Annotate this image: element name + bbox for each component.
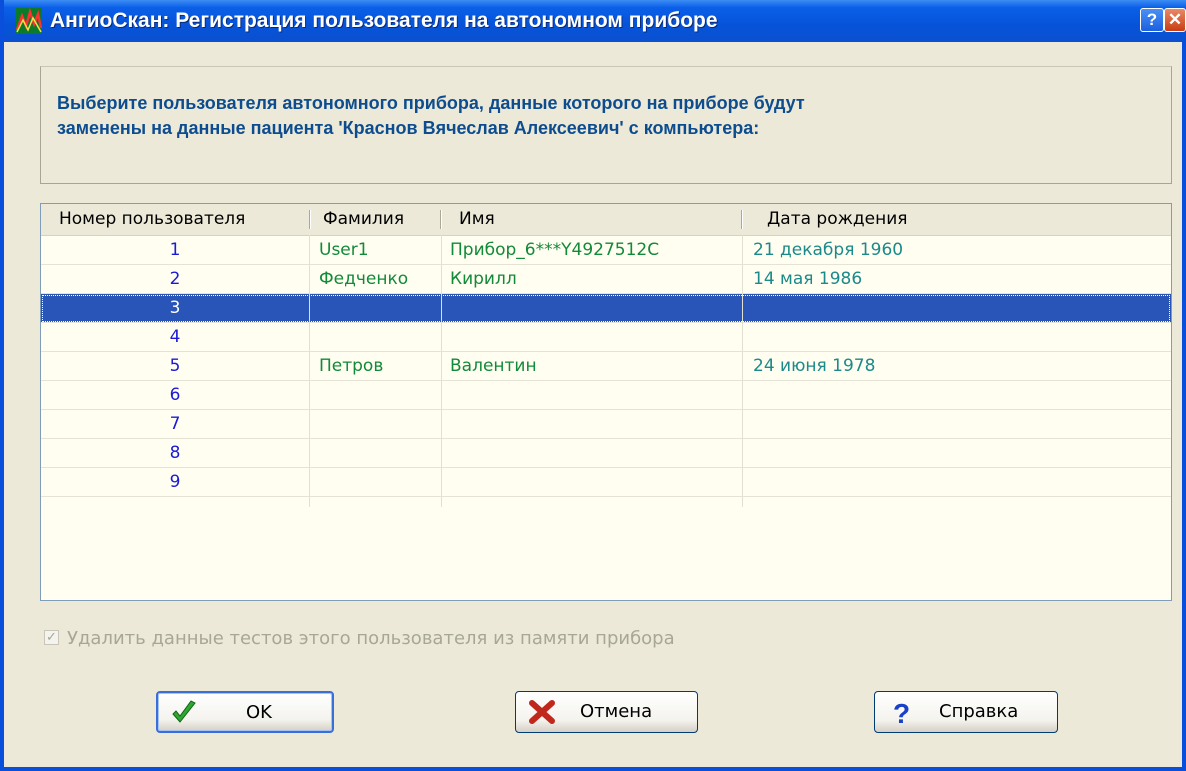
table-row[interactable]: 2 Федченко Кирилл 14 мая 1986 [41, 265, 1171, 294]
surname-cell: Петров [319, 356, 384, 376]
table-row[interactable]: 9 [41, 468, 1171, 497]
first-name-cell [442, 323, 742, 351]
column-divider[interactable] [440, 210, 442, 229]
first-name-cell [442, 439, 742, 467]
blue-question-icon: ? [893, 699, 910, 725]
angioscan-app-icon [16, 8, 42, 34]
first-name-cell: Валентин [450, 356, 537, 376]
dialog-window: АнгиоСкан: Регистрация пользователя на а… [0, 0, 1186, 771]
surname-cell [311, 410, 441, 438]
surname-cell [311, 439, 441, 467]
column-gridline [742, 235, 743, 507]
prompt-text: Выберите пользователя автономного прибор… [57, 91, 1157, 141]
ok-button-label: OK [246, 702, 272, 723]
column-header-number[interactable]: Номер пользователя [59, 204, 245, 235]
prompt-panel: Выберите пользователя автономного прибор… [40, 66, 1172, 184]
birth-date-cell [743, 468, 1171, 496]
column-header-surname[interactable]: Фамилия [323, 204, 404, 235]
cancel-button-label: Отмена [580, 701, 653, 722]
birth-date-cell [743, 323, 1171, 351]
table-row[interactable]: 8 [41, 439, 1171, 468]
green-checkmark-icon [172, 700, 196, 723]
first-name-cell: Прибор_6***Y4927512C [450, 240, 660, 260]
svg-text:?: ? [893, 699, 910, 725]
title-close-button[interactable]: ✕ [1164, 8, 1186, 32]
table-row[interactable]: 4 [41, 323, 1171, 352]
table-row[interactable]: 5 Петров Валентин 24 июня 1978 [41, 352, 1171, 381]
user-number-cell: 3 [169, 298, 181, 318]
title-help-button[interactable]: ? [1140, 8, 1164, 32]
column-divider[interactable] [741, 210, 743, 229]
column-gridline [309, 235, 310, 507]
table-row[interactable]: 3 [41, 294, 1171, 323]
surname-cell [311, 468, 441, 496]
delete-tests-label: Удалить данные тестов этого пользователя… [67, 628, 675, 649]
first-name-cell [442, 410, 742, 438]
column-header-dob[interactable]: Дата рождения [767, 204, 908, 235]
surname-cell [311, 294, 441, 322]
prompt-line-1: Выберите пользователя автономного прибор… [57, 93, 805, 113]
surname-cell: Федченко [319, 269, 409, 289]
table-row[interactable]: 7 [41, 410, 1171, 439]
user-number-cell: 9 [169, 472, 181, 492]
help-button[interactable]: ? Справка [874, 691, 1058, 733]
column-gridline [441, 235, 442, 507]
delete-tests-checkbox[interactable]: ✓ [44, 630, 59, 645]
birth-date-cell [743, 294, 1171, 322]
first-name-cell [442, 381, 742, 409]
column-divider[interactable] [309, 210, 311, 229]
user-number-cell: 6 [169, 385, 181, 405]
help-button-label: Справка [939, 701, 1019, 722]
cancel-button[interactable]: Отмена [515, 691, 698, 733]
birth-date-cell: 24 июня 1978 [753, 356, 876, 376]
user-list[interactable]: Номер пользователя Фамилия Имя Дата рожд… [40, 203, 1172, 601]
user-number-cell: 2 [169, 269, 181, 289]
prompt-line-2: заменены на данные пациента 'Краснов Вяч… [57, 118, 760, 138]
user-number-cell: 7 [169, 414, 181, 434]
birth-date-cell: 21 декабря 1960 [753, 240, 904, 260]
birth-date-cell [743, 439, 1171, 467]
ok-button[interactable]: OK [156, 691, 334, 733]
title-bar[interactable]: АнгиоСкан: Регистрация пользователя на а… [4, 0, 1186, 42]
column-header-name[interactable]: Имя [459, 204, 495, 235]
red-x-icon [529, 700, 555, 724]
user-number-cell: 8 [169, 443, 181, 463]
first-name-cell: Кирилл [450, 269, 517, 289]
birth-date-cell [743, 381, 1171, 409]
first-name-cell [442, 294, 742, 322]
first-name-cell [442, 468, 742, 496]
list-header: Номер пользователя Фамилия Имя Дата рожд… [41, 204, 1171, 236]
user-number-cell: 1 [169, 240, 181, 260]
surname-cell [311, 381, 441, 409]
birth-date-cell [743, 410, 1171, 438]
user-number-cell: 5 [169, 356, 181, 376]
window-title: АнгиоСкан: Регистрация пользователя на а… [50, 9, 718, 32]
user-number-cell: 4 [169, 327, 181, 347]
surname-cell [311, 323, 441, 351]
birth-date-cell: 14 мая 1986 [753, 269, 863, 289]
table-row[interactable]: 6 [41, 381, 1171, 410]
surname-cell: User1 [319, 240, 369, 260]
table-row[interactable]: 1 User1 Прибор_6***Y4927512C 21 декабря 196… [41, 236, 1171, 265]
